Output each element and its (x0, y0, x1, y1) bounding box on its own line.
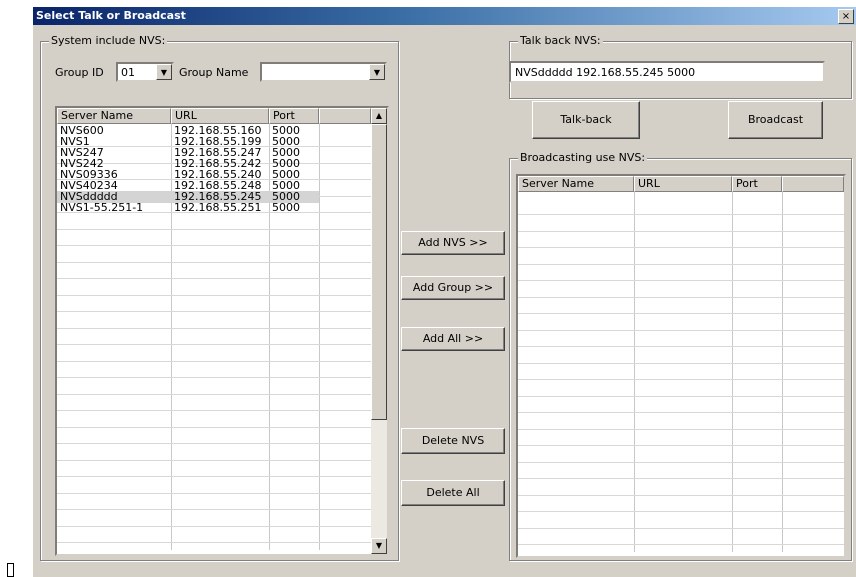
add-all-label: Add All >> (422, 332, 484, 345)
grid-row-line (518, 429, 844, 430)
add-group-label: Add Group >> (412, 281, 494, 294)
grid-row-line (57, 476, 371, 477)
system-nvs-group: System include NVS: Group ID 01 ▼ Group … (40, 34, 399, 561)
grid-row-line (57, 526, 371, 527)
grid-row-line (518, 396, 844, 397)
group-name-label: Group Name (179, 66, 249, 79)
broadcast-nvs-group: Broadcasting use NVS: Server Name URL Po… (509, 151, 852, 561)
window-title: Select Talk or Broadcast (36, 9, 186, 22)
scroll-down-icon[interactable]: ▼ (371, 538, 387, 554)
grid-row-line (57, 493, 371, 494)
talkback-button[interactable]: Talk-back (532, 101, 640, 139)
talkback-nvs-group: Talk back NVS: NVSddddd 192.168.55.245 5… (509, 34, 852, 99)
grid-column-line (732, 192, 733, 552)
grid-row-line (518, 495, 844, 496)
add-nvs-button[interactable]: Add NVS >> (401, 231, 505, 255)
grid-row-line (518, 363, 844, 364)
chevron-down-icon[interactable]: ▼ (156, 64, 172, 80)
grid-row-line (518, 511, 844, 512)
grid-column-line (634, 192, 635, 552)
grid-row-line (518, 379, 844, 380)
group-id-select[interactable]: 01 ▼ (116, 62, 174, 82)
column-header-server-name[interactable]: Server Name (57, 108, 171, 124)
title-bar: Select Talk or Broadcast × (33, 7, 856, 25)
grid-row-line (518, 297, 844, 298)
grid-row-line (518, 247, 844, 248)
delete-all-button[interactable]: Delete All (401, 480, 505, 506)
talkback-nvs-legend: Talk back NVS: (518, 34, 603, 47)
chevron-down-icon[interactable]: ▼ (369, 64, 385, 80)
column-header-blank (782, 176, 844, 192)
vertical-scrollbar[interactable]: ▲ ▼ (371, 108, 387, 554)
grid-row-line (518, 346, 844, 347)
grid-row-line (518, 231, 844, 232)
text-cursor-glyph (7, 563, 14, 577)
talkback-label: Talk-back (560, 113, 612, 126)
grid-row-line (518, 478, 844, 479)
grid-row-line (57, 427, 371, 428)
system-cell[interactable]: 192.168.55.251 (171, 202, 261, 214)
add-group-button[interactable]: Add Group >> (401, 276, 505, 300)
add-nvs-label: Add NVS >> (418, 236, 488, 249)
scroll-up-icon[interactable]: ▲ (371, 108, 387, 124)
column-header-port[interactable]: Port (732, 176, 782, 192)
grid-column-line (319, 124, 320, 550)
grid-row-line (518, 544, 844, 545)
grid-row-line (518, 313, 844, 314)
grid-row-line (518, 280, 844, 281)
grid-row-line (57, 344, 371, 345)
select-talk-broadcast-dialog: Select Talk or Broadcast × System includ… (33, 7, 856, 577)
column-header-url[interactable]: URL (634, 176, 732, 192)
broadcast-button[interactable]: Broadcast (728, 101, 823, 139)
system-nvs-legend: System include NVS: (49, 34, 168, 47)
talkback-nvs-value: NVSddddd 192.168.55.245 5000 (515, 66, 696, 79)
grid-row-line (57, 542, 371, 543)
grid-row-line (57, 295, 371, 296)
grid-row-line (518, 264, 844, 265)
scroll-thumb[interactable] (371, 124, 387, 420)
broadcast-label: Broadcast (747, 113, 804, 126)
grid-row-line (518, 445, 844, 446)
grid-row-line (57, 328, 371, 329)
system-nvs-list[interactable]: Server Name URL Port NVS600 192.168.55.16… (55, 106, 389, 556)
system-cell[interactable]: NVS1-55.251-1 (57, 202, 143, 214)
add-all-button[interactable]: Add All >> (401, 327, 505, 351)
delete-nvs-button[interactable]: Delete NVS (401, 428, 505, 454)
group-name-select[interactable]: ▼ (260, 62, 387, 82)
column-header-url[interactable]: URL (171, 108, 269, 124)
grid-row-line (57, 311, 371, 312)
grid-row-line (57, 394, 371, 395)
close-icon[interactable]: × (838, 9, 854, 24)
grid-row-line (57, 410, 371, 411)
grid-row-line (518, 330, 844, 331)
delete-all-label: Delete All (426, 486, 480, 499)
delete-nvs-label: Delete NVS (421, 434, 485, 447)
group-id-label: Group ID (55, 66, 104, 79)
grid-row-line (57, 460, 371, 461)
grid-column-line (782, 192, 783, 552)
column-header-server-name[interactable]: Server Name (518, 176, 634, 192)
grid-row-line (57, 377, 371, 378)
grid-row-line (57, 509, 371, 510)
grid-row-line (57, 443, 371, 444)
talkback-nvs-field[interactable]: NVSddddd 192.168.55.245 5000 (509, 61, 825, 83)
grid-row-line (57, 361, 371, 362)
column-header-port[interactable]: Port (269, 108, 319, 124)
grid-row-line (57, 278, 371, 279)
system-cell[interactable]: 5000 (269, 202, 300, 214)
grid-row-line (57, 229, 371, 230)
grid-row-line (518, 412, 844, 413)
group-id-value: 01 (121, 66, 135, 79)
column-header-blank (319, 108, 371, 124)
broadcast-nvs-legend: Broadcasting use NVS: (518, 151, 648, 164)
grid-row-line (518, 528, 844, 529)
grid-row-line (518, 214, 844, 215)
grid-row-line (57, 262, 371, 263)
grid-row-line (57, 245, 371, 246)
broadcast-nvs-list[interactable]: Server Name URL Port (516, 174, 846, 558)
grid-row-line (518, 462, 844, 463)
